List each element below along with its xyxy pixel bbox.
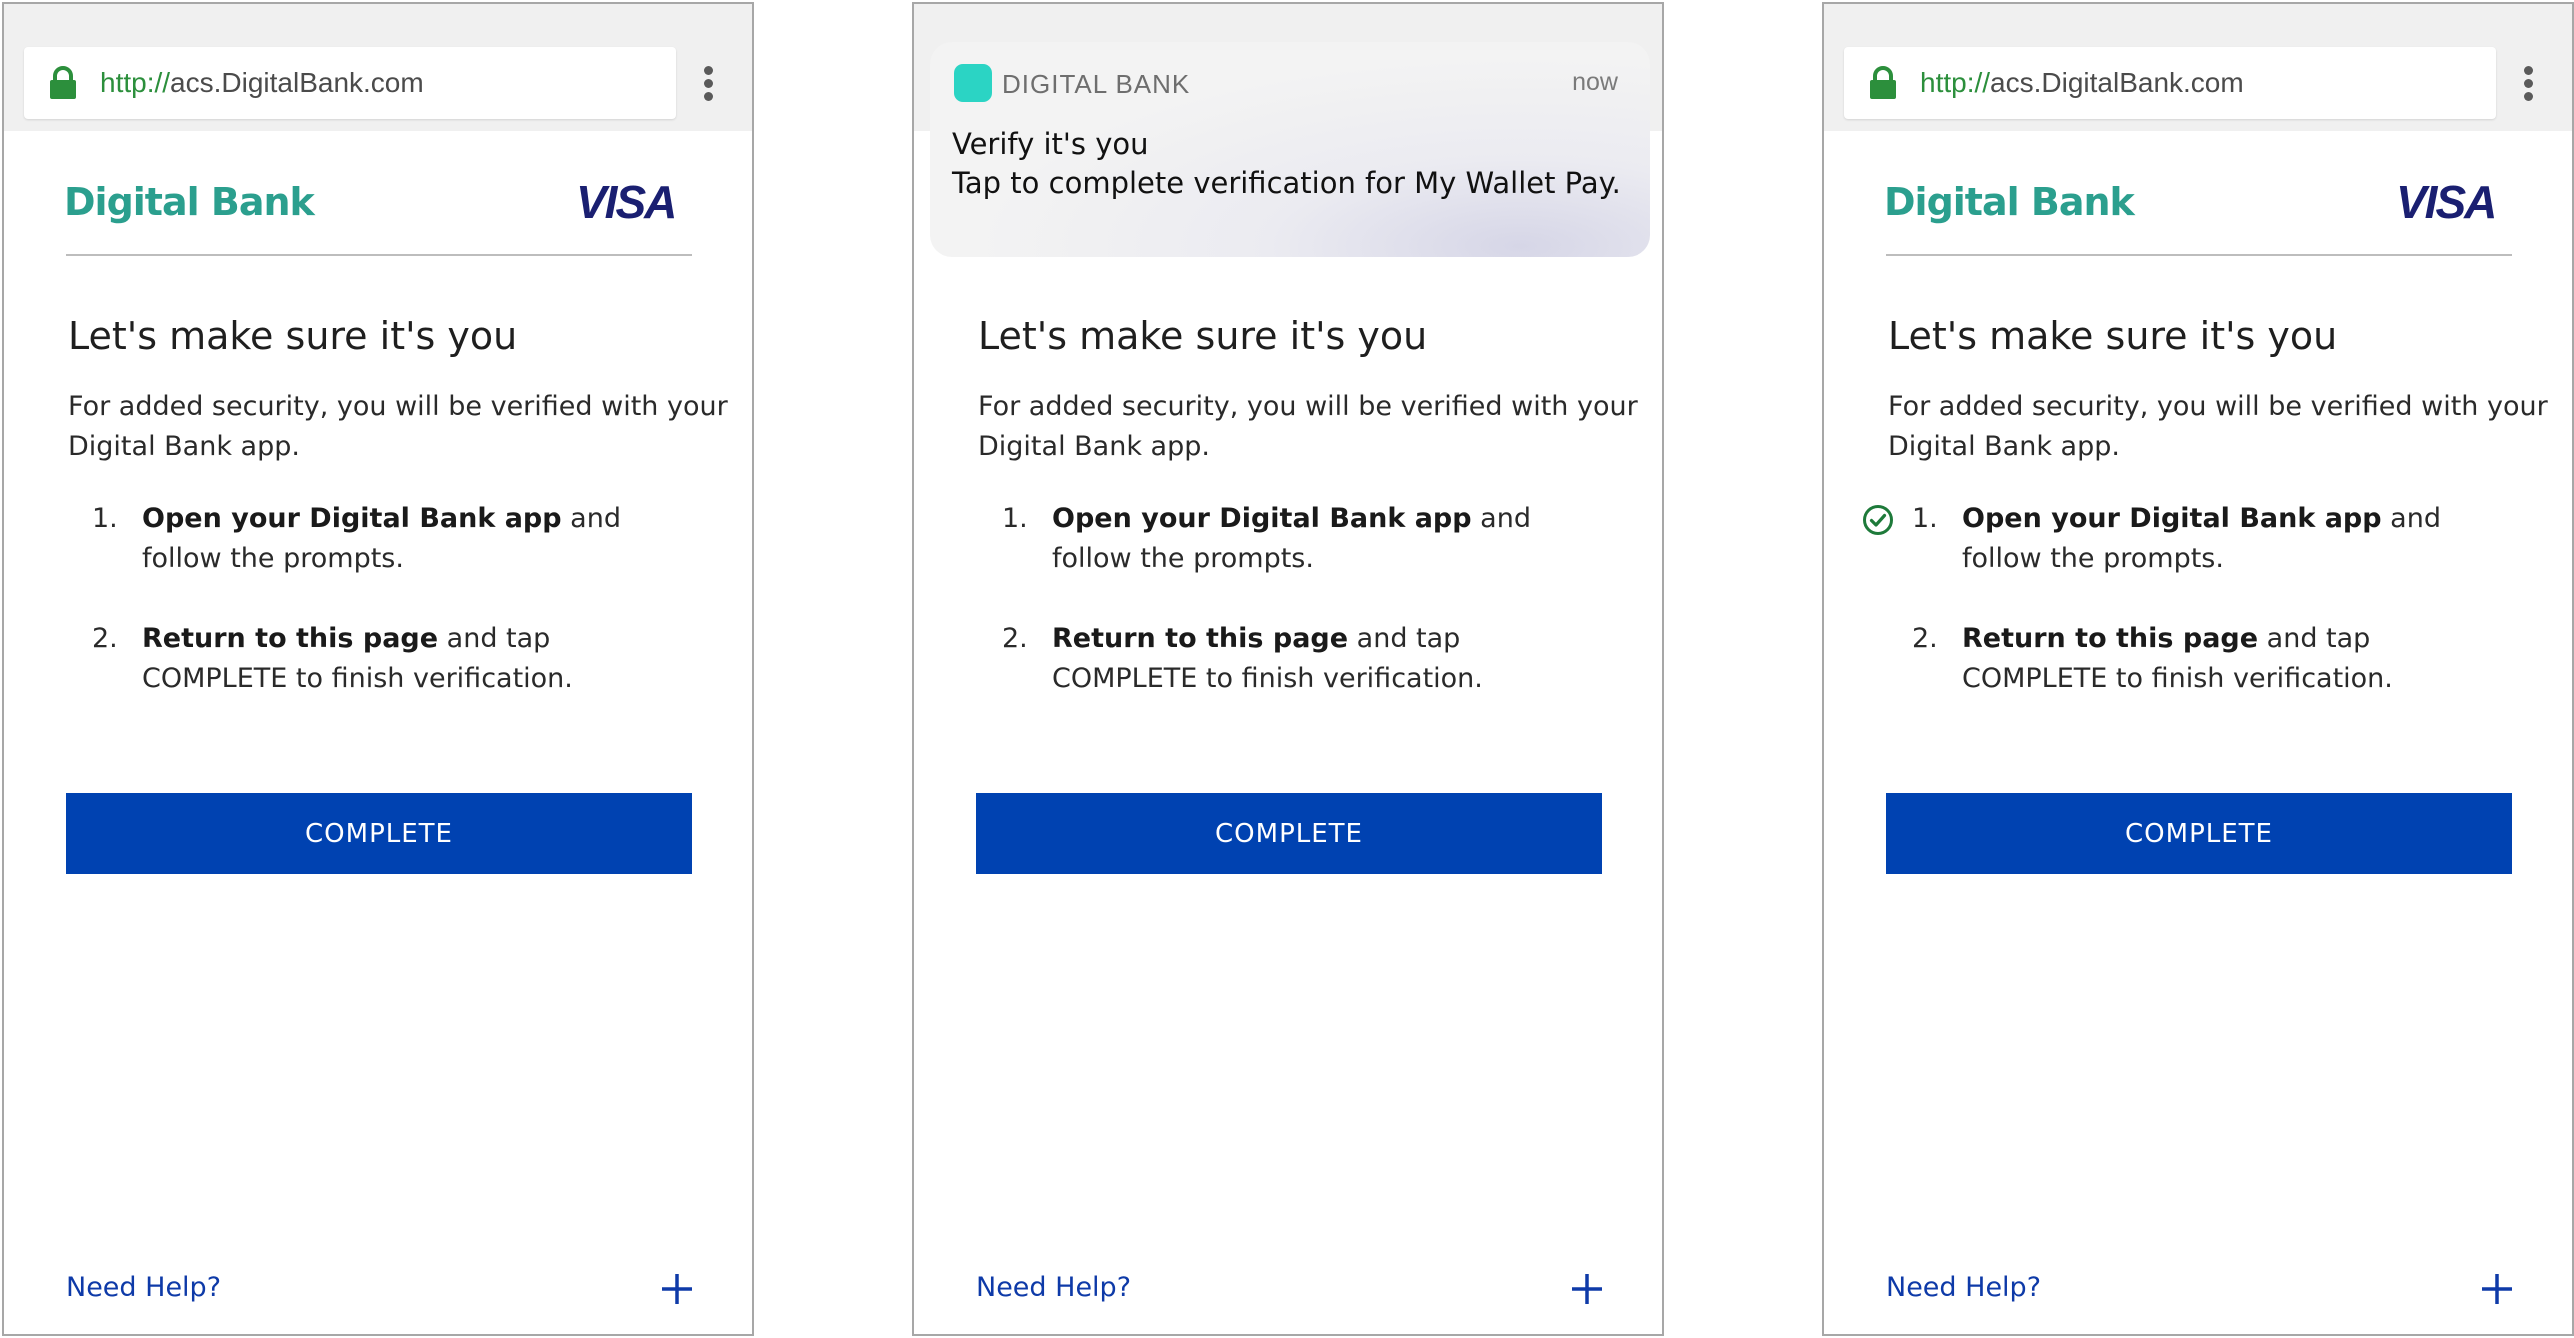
need-help-link[interactable]: Need Help? xyxy=(976,1268,1131,1308)
step-number: 1. xyxy=(1002,503,1028,534)
step-number: 1. xyxy=(1912,503,1938,534)
menu-dots-icon[interactable] xyxy=(2522,66,2534,102)
menu-dots-icon[interactable] xyxy=(702,66,714,102)
page-title: Let's make sure it's you xyxy=(68,314,518,358)
page-title: Let's make sure it's you xyxy=(978,314,1428,358)
push-notification[interactable]: DIGITAL BANK now Verify it's you Tap to … xyxy=(930,42,1650,257)
complete-button[interactable]: COMPLETE xyxy=(1886,793,2512,874)
step-1: 1. Open your Digital Bank app and follow… xyxy=(978,499,1618,589)
step-number: 2. xyxy=(1002,623,1028,654)
step-number: 2. xyxy=(92,623,118,654)
phone-screen-step-complete: http://acs.DigitalBank.com Digital Bank … xyxy=(1822,2,2574,1336)
complete-button[interactable]: COMPLETE xyxy=(66,793,692,874)
lock-icon xyxy=(50,66,76,99)
step-2: 2. Return to this page and tap COMPLETE … xyxy=(68,619,708,709)
need-help-link[interactable]: Need Help? xyxy=(66,1268,221,1308)
lock-icon xyxy=(1870,66,1896,99)
url-scheme: http:// xyxy=(1920,67,1991,98)
header-divider xyxy=(1886,254,2512,256)
visa-logo: VISA xyxy=(2396,176,2497,228)
plus-icon[interactable] xyxy=(660,1272,694,1306)
step-2: 2. Return to this page and tap COMPLETE … xyxy=(1888,619,2528,709)
phone-screen-initial: http://acs.DigitalBank.com Digital Bank … xyxy=(2,2,754,1336)
notification-title: Verify it's you xyxy=(952,127,1149,161)
step-text: Return to this page and tap COMPLETE to … xyxy=(1962,619,2522,699)
url-text: http://acs.DigitalBank.com xyxy=(1920,65,2244,101)
visa-logo: VISA xyxy=(576,176,677,228)
address-bar[interactable]: http://acs.DigitalBank.com xyxy=(1844,47,2496,119)
step-emphasis: Return to this page xyxy=(142,623,439,654)
step-1: 1. Open your Digital Bank app and follow… xyxy=(68,499,708,589)
step-emphasis: Return to this page xyxy=(1052,623,1349,654)
step-text: Open your Digital Bank app and follow th… xyxy=(1052,499,1612,579)
intro-text: For added security, you will be verified… xyxy=(978,391,1638,462)
step-emphasis: Return to this page xyxy=(1962,623,2259,654)
step-1: 1. Open your Digital Bank app and follow… xyxy=(1863,499,2528,589)
plus-icon[interactable] xyxy=(1570,1272,1604,1306)
intro-text: For added security, you will be verified… xyxy=(68,391,728,462)
step-2: 2. Return to this page and tap COMPLETE … xyxy=(978,619,1618,709)
complete-button[interactable]: COMPLETE xyxy=(976,793,1602,874)
browser-toolbar: http://acs.DigitalBank.com xyxy=(4,4,752,131)
bank-logo: Digital Bank xyxy=(64,180,315,224)
bank-logo: Digital Bank xyxy=(1884,180,2135,224)
step-text: Open your Digital Bank app and follow th… xyxy=(1962,499,2522,579)
url-host: acs.DigitalBank.com xyxy=(1990,67,2244,98)
step-number: 1. xyxy=(92,503,118,534)
phone-screen-notification: DIGITAL BANK now Verify it's you Tap to … xyxy=(912,2,1664,1336)
notification-body: Tap to complete verification for My Wall… xyxy=(952,166,1621,200)
address-bar[interactable]: http://acs.DigitalBank.com xyxy=(24,47,676,119)
step-emphasis: Open your Digital Bank app xyxy=(1962,503,2382,534)
step-emphasis: Open your Digital Bank app xyxy=(1052,503,1472,534)
step-text: Open your Digital Bank app and follow th… xyxy=(142,499,702,579)
checkmark-icon xyxy=(1863,505,1893,535)
notification-app-name: DIGITAL BANK xyxy=(1002,69,1191,99)
need-help-link[interactable]: Need Help? xyxy=(1886,1268,2041,1308)
step-text: Return to this page and tap COMPLETE to … xyxy=(142,619,702,699)
url-scheme: http:// xyxy=(100,67,171,98)
step-emphasis: Open your Digital Bank app xyxy=(142,503,562,534)
url-text: http://acs.DigitalBank.com xyxy=(100,65,424,101)
step-text: Return to this page and tap COMPLETE to … xyxy=(1052,619,1612,699)
step-number: 2. xyxy=(1912,623,1938,654)
intro-text: For added security, you will be verified… xyxy=(1888,391,2548,462)
browser-toolbar: http://acs.DigitalBank.com xyxy=(1824,4,2572,131)
page-title: Let's make sure it's you xyxy=(1888,314,2338,358)
url-host: acs.DigitalBank.com xyxy=(170,67,424,98)
notification-time: now xyxy=(1572,68,1618,96)
plus-icon[interactable] xyxy=(2480,1272,2514,1306)
header-divider xyxy=(66,254,692,256)
app-icon xyxy=(954,64,992,102)
